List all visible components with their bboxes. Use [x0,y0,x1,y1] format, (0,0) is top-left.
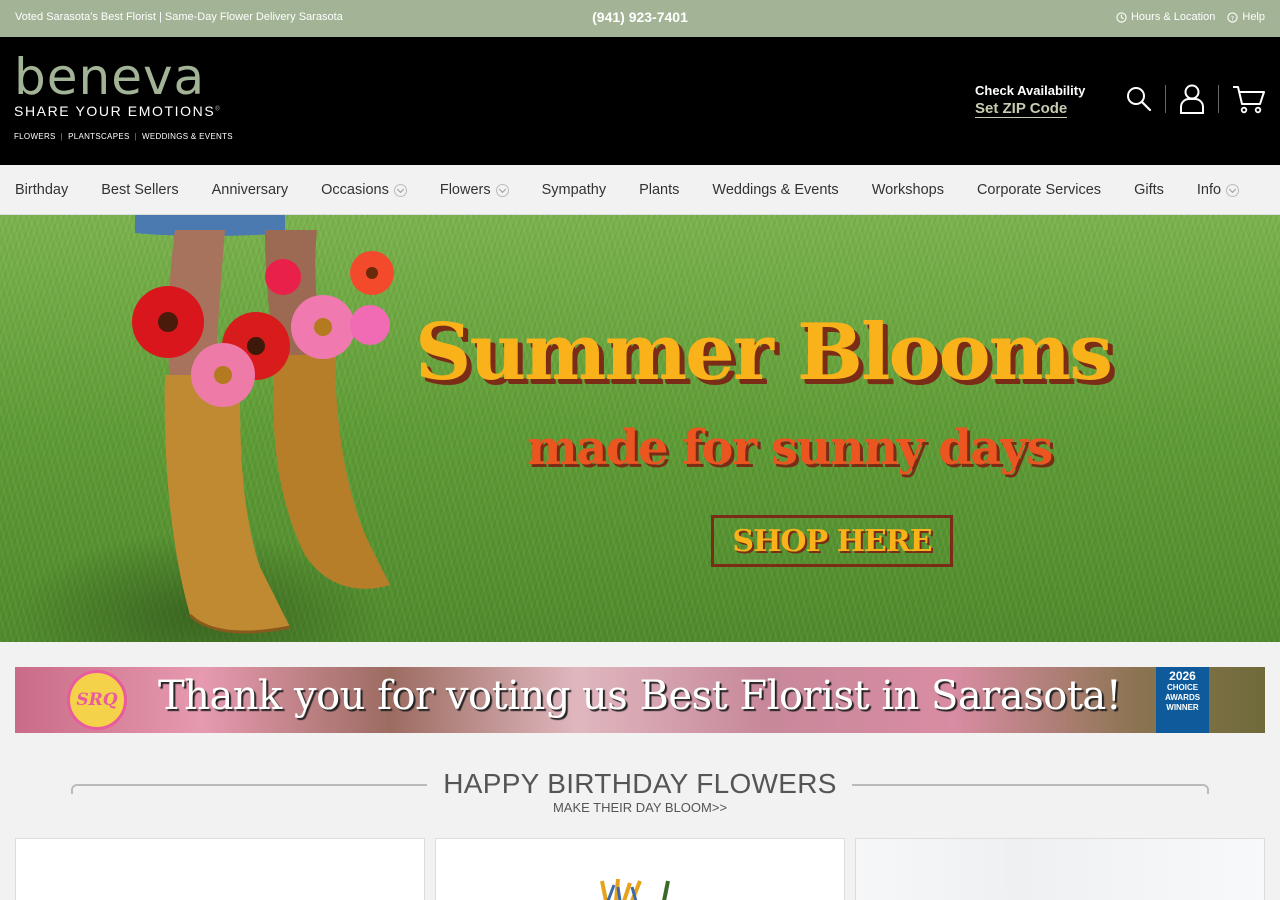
nav-item-corporate-services[interactable]: Corporate Services [977,182,1101,198]
logo-wordmark: beneva [14,48,206,106]
cart-button[interactable] [1232,84,1266,114]
nav-label: Corporate Services [976,182,1102,198]
nav-label: Info [1196,182,1222,198]
set-zip-link[interactable]: Set ZIP Code [975,100,1068,118]
svg-text:?: ? [1231,14,1234,22]
nav-item-occasions[interactable]: Occasions [321,182,407,198]
nav-item-birthday[interactable]: Birthday [15,182,68,198]
logo-sub-plantscapes: PLANTSCAPES [68,132,130,141]
nav-item-info[interactable]: Info [1196,182,1240,198]
nav-label: Weddings & Events [712,182,839,198]
nav-label: Sympathy [541,182,607,198]
srq-award-badge: SRQ [67,670,127,730]
chevron-down-icon [393,183,407,197]
check-availability: Check Availability Set ZIP Code [975,83,1085,118]
hero-headline: Summer Blooms [415,307,1113,398]
choice-awards-line: WINNER [1166,703,1199,712]
clock-icon [1116,11,1127,23]
search-icon [1127,87,1152,112]
choice-awards-line: CHOICE [1166,683,1199,692]
best-florist-text: Thank you for voting us Best Florist in … [158,673,1122,719]
site-header: beneva SHARE YOUR EMOTIONS® FLOWERS | PLAN… [0,37,1280,165]
hero-subheadline: made for sunny days [527,420,1053,476]
availability-label: Check Availability [975,83,1086,98]
birthday-section-heading: HAPPY BIRTHDAY FLOWERS MAKE THEIR DAY BL… [0,760,1280,820]
logo-sep: | [60,132,64,141]
product-card[interactable] [15,838,425,900]
help-icon: ? [1227,11,1239,23]
help-link[interactable]: ? Help [1227,11,1265,23]
choice-awards-badge: 2026 CHOICE AWARDS WINNER [1156,667,1209,733]
nav-item-plants[interactable]: Plants [639,182,679,198]
heading-rule-right [852,784,1209,794]
top-tagline: Voted Sarasota's Best Florist | Same-Day… [15,11,343,23]
logo-subtitle: FLOWERS | PLANTSCAPES | WEDDINGS & EVENTS [14,132,233,141]
nav-label: Gifts [1134,182,1164,198]
nav-item-anniversary[interactable]: Anniversary [212,182,289,198]
icon-divider [1218,85,1219,113]
choice-awards-year: 2026 [1169,669,1196,683]
section-subtitle-link[interactable]: MAKE THEIR DAY BLOOM>> [553,800,727,815]
help-label: Help [1242,11,1265,23]
nav-label: Plants [639,182,680,198]
nav-label: Occasions [321,182,389,198]
icon-divider [1165,85,1166,113]
nav-item-best-sellers[interactable]: Best Sellers [101,182,178,198]
nav-label: Best Sellers [101,182,179,198]
header-icons [1126,84,1266,114]
top-links: Hours & Location ? Help [1116,11,1265,23]
choice-awards-line: AWARDS [1164,693,1201,702]
section-subtitle-wrap: MAKE THEIR DAY BLOOM>> [0,800,1280,815]
best-florist-banner[interactable]: SRQ Thank you for voting us Best Florist… [15,667,1265,733]
heading-rule-left [71,784,427,794]
nav-label: Flowers [439,182,491,198]
chevron-down-icon [1226,183,1240,197]
logo-sep: | [134,132,137,141]
site-logo[interactable]: beneva SHARE YOUR EMOTIONS® FLOWERS | PLAN… [14,51,233,141]
account-icon [1180,84,1204,114]
logo-sub-weddings: WEDDINGS & EVENTS [142,132,233,141]
hero-image-boots-flowers [132,215,394,634]
logo-tagline-wrap: SHARE YOUR EMOTIONS® [14,103,233,119]
phone-number[interactable]: (941) 923-7401 [592,9,688,25]
hours-location-label: Hours & Location [1130,11,1216,23]
account-button[interactable] [1179,84,1205,114]
hours-location-link[interactable]: Hours & Location [1116,11,1215,23]
logo-sub-flowers: FLOWERS [14,132,56,141]
section-title: HAPPY BIRTHDAY FLOWERS [443,768,837,799]
logo-registered: ® [215,106,222,113]
shop-here-button[interactable]: SHOP HERE [711,515,953,567]
hero-banner[interactable]: Summer Blooms made for sunny days SHOP H… [0,215,1280,642]
logo-tagline: SHARE YOUR EMOTIONS [14,103,216,119]
nav-item-workshops[interactable]: Workshops [872,182,944,198]
product-card[interactable] [435,838,845,900]
nav-item-gifts[interactable]: Gifts [1134,182,1164,198]
nav-item-sympathy[interactable]: Sympathy [542,182,606,198]
product-card[interactable] [855,838,1265,900]
nav-item-flowers[interactable]: Flowers [440,182,509,198]
top-bar: Voted Sarasota's Best Florist | Same-Day… [0,0,1280,37]
main-nav: Birthday Best Sellers Anniversary Occasi… [0,165,1280,215]
cart-icon [1233,86,1265,114]
chevron-down-icon [495,183,509,197]
search-button[interactable] [1126,86,1152,112]
nav-item-weddings-events[interactable]: Weddings & Events [712,182,838,198]
nav-label: Birthday [15,182,69,198]
nav-label: Anniversary [211,182,289,198]
nav-label: Workshops [871,182,944,198]
product-image-bird-of-paradise [600,878,670,900]
